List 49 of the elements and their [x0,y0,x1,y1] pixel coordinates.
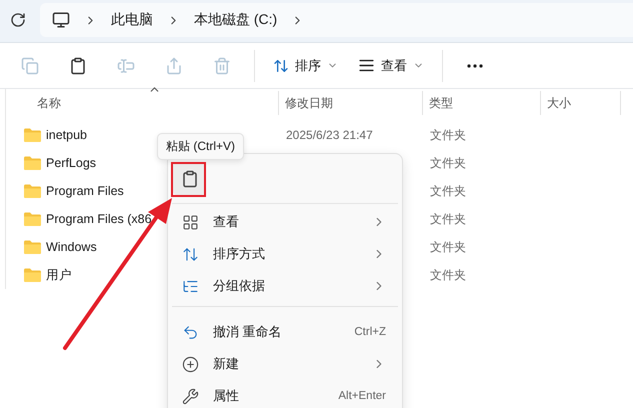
folder-icon [24,212,41,226]
sort-icon [273,58,289,74]
date-cell-text: 2025/6/23 21:47 [285,128,373,142]
computer-icon [52,11,70,29]
menu-item[interactable]: 查看 [172,206,398,238]
menu-item[interactable]: 新建 [172,348,398,380]
folder-icon [24,156,41,170]
properties-icon [182,388,199,404]
folder-icon [24,268,41,282]
paste-icon [180,170,198,188]
file-name[interactable]: PerfLogs [46,156,96,170]
tooltip: 粘贴 (Ctrl+V) [157,133,244,160]
type-cell-text: 文件夹 [429,268,466,282]
view-button[interactable]: 查看 [348,48,434,84]
delete-icon [213,56,231,74]
file-name[interactable]: Program Files [46,184,124,198]
folder-icon [24,184,41,198]
lines-icon [358,57,375,74]
rename-icon [117,56,135,74]
folder-icon [24,128,41,142]
breadcrumb-item[interactable]: 本地磁盘 (C:) [194,11,278,29]
menu-item[interactable]: 撤消 重命名 Ctrl+Z [172,306,398,348]
sort-icon [182,246,199,262]
view-icon [182,214,199,230]
folder-icon [24,240,41,254]
column-header[interactable]: 大小 [541,91,621,115]
share-icon [165,56,183,74]
paste-icon [69,56,87,74]
file-name[interactable]: Windows [46,240,97,254]
type-cell-text: 文件夹 [429,156,466,170]
column-header[interactable]: 名称 [6,91,279,115]
menu-item[interactable]: 排序方式 [172,238,398,270]
sort-button[interactable]: 排序 [263,48,348,84]
column-header[interactable]: 类型 [423,91,541,115]
breadcrumb-item[interactable]: 此电脑 [111,11,153,29]
column-header[interactable]: 修改日期 [279,91,423,115]
undo-icon [182,324,199,340]
type-cell-text: 文件夹 [429,184,466,198]
more-icon [467,64,483,68]
type-cell-text: 文件夹 [429,212,466,226]
type-cell-text: 文件夹 [429,240,466,254]
file-name[interactable]: Program Files (x86 [46,212,152,226]
menu-item[interactable]: 分组依据 [172,270,398,302]
menu-item[interactable]: 属性 Alt+Enter [172,380,398,408]
file-name[interactable]: inetpub [46,128,88,142]
file-name[interactable]: 用户 [46,266,72,284]
new-icon [182,356,199,372]
copy-icon [21,56,39,74]
type-cell-text: 文件夹 [429,128,466,142]
